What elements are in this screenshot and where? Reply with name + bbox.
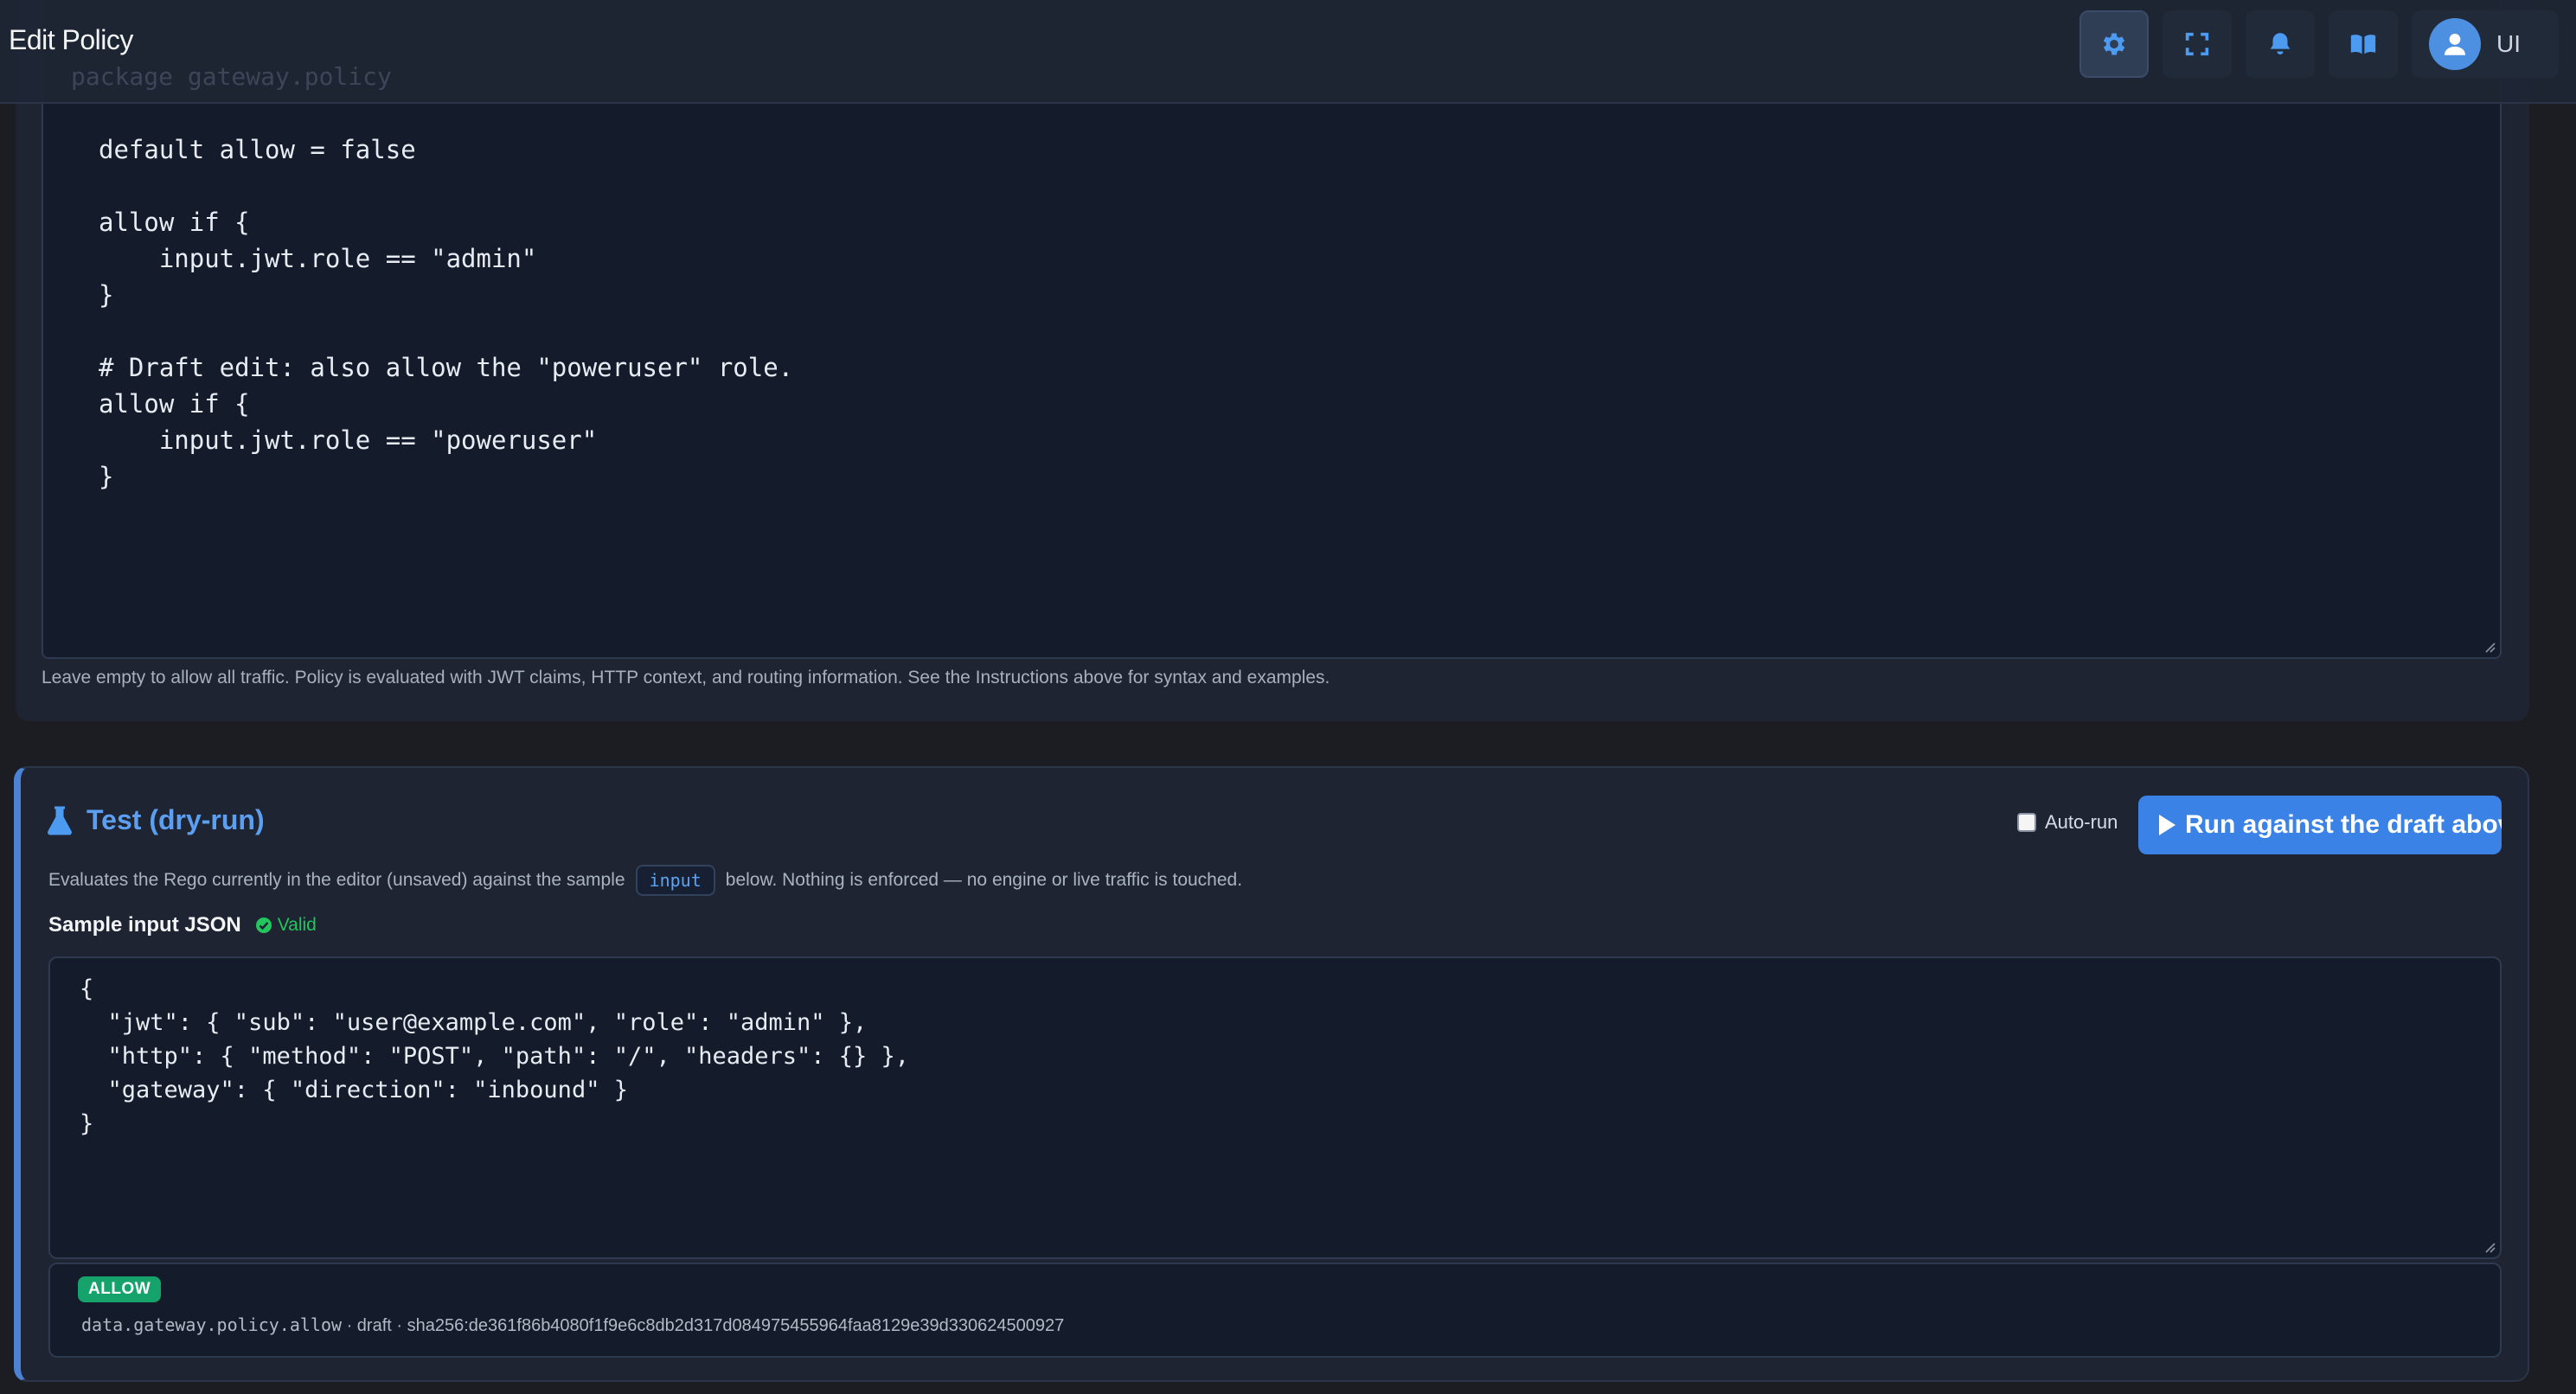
test-description: Evaluates the Rego currently in the edit… <box>48 865 1242 896</box>
gear-icon <box>2103 33 2125 55</box>
code-line: default allow = false <box>99 135 416 164</box>
book-open-icon <box>2350 35 2376 54</box>
result-meta: data.gateway.policy.allow · draft · sha2… <box>81 1314 1064 1336</box>
test-title: Test (dry-run) <box>47 804 265 836</box>
run-draft-button[interactable]: Run against the draft above <box>2138 796 2502 854</box>
description-text: below. Nothing is enforced — no engine o… <box>725 870 1243 890</box>
fullscreen-button[interactable] <box>2163 10 2232 78</box>
valid-status: Valid <box>255 915 317 936</box>
input-code-chip: input <box>635 865 715 896</box>
code-line: input.jwt.role == "admin" <box>99 244 537 273</box>
result-hash: · draft · sha256:de361f86b4080f1f9e6c8db… <box>342 1316 1065 1335</box>
autorun-label: Auto-run <box>2045 811 2118 833</box>
settings-button[interactable] <box>2079 10 2149 78</box>
play-icon <box>2159 815 2176 835</box>
bell-icon <box>2270 33 2291 55</box>
ghost-code-line: package gateway.policy <box>71 62 392 91</box>
expand-icon <box>2185 32 2209 56</box>
docs-button[interactable] <box>2329 10 2398 78</box>
sample-json-editor[interactable]: { "jwt": { "sub": "user@example.com", "r… <box>48 956 2502 1259</box>
autorun-checkbox[interactable] <box>2017 813 2036 832</box>
resize-handle-icon[interactable] <box>2483 640 2496 654</box>
policy-card: default allow = false allow if { input.j… <box>16 0 2529 721</box>
json-line: { <box>80 975 94 1002</box>
json-line: "jwt": { "sub": "user@example.com", "rol… <box>80 1009 868 1036</box>
code-line: # Draft edit: also allow the "poweruser"… <box>99 353 794 382</box>
flask-icon <box>48 806 72 835</box>
description-text: Evaluates the Rego currently in the edit… <box>48 870 625 890</box>
code-line: allow if { <box>99 208 250 237</box>
code-line: allow if { <box>99 389 250 419</box>
json-line: "gateway": { "direction": "inbound" } <box>80 1077 628 1103</box>
result-query: data.gateway.policy.allow <box>81 1314 343 1335</box>
top-header: package gateway.policy Edit Policy UI <box>0 0 2576 104</box>
valid-label: Valid <box>277 915 317 935</box>
user-initials: UI <box>2496 30 2521 57</box>
sample-input-label: Sample input JSON Valid <box>48 913 317 937</box>
dry-run-result: ALLOW data.gateway.policy.allow · draft … <box>48 1263 2502 1358</box>
code-line: input.jwt.role == "poweruser" <box>99 425 598 455</box>
autorun-toggle[interactable]: Auto-run <box>2017 811 2118 834</box>
code-line: } <box>99 462 114 491</box>
user-avatar-icon <box>2429 18 2481 70</box>
test-panel: Test (dry-run) Auto-run Run against the … <box>14 766 2529 1382</box>
json-line: } <box>80 1110 94 1137</box>
json-line: "http": { "method": "POST", "path": "/",… <box>80 1043 910 1070</box>
allow-badge: ALLOW <box>78 1276 162 1302</box>
notifications-button[interactable] <box>2246 10 2315 78</box>
user-menu[interactable]: UI <box>2412 10 2559 78</box>
sample-input-title: Sample input JSON <box>48 913 241 937</box>
policy-hint: Leave empty to allow all traffic. Policy… <box>42 668 1330 687</box>
page-title: Edit Policy <box>9 24 133 55</box>
run-draft-label: Run against the draft above <box>2185 810 2502 839</box>
resize-handle-icon[interactable] <box>2483 1240 2496 1254</box>
code-line: } <box>99 280 114 310</box>
check-circle-icon <box>255 918 272 933</box>
test-title-text: Test (dry-run) <box>87 804 265 835</box>
